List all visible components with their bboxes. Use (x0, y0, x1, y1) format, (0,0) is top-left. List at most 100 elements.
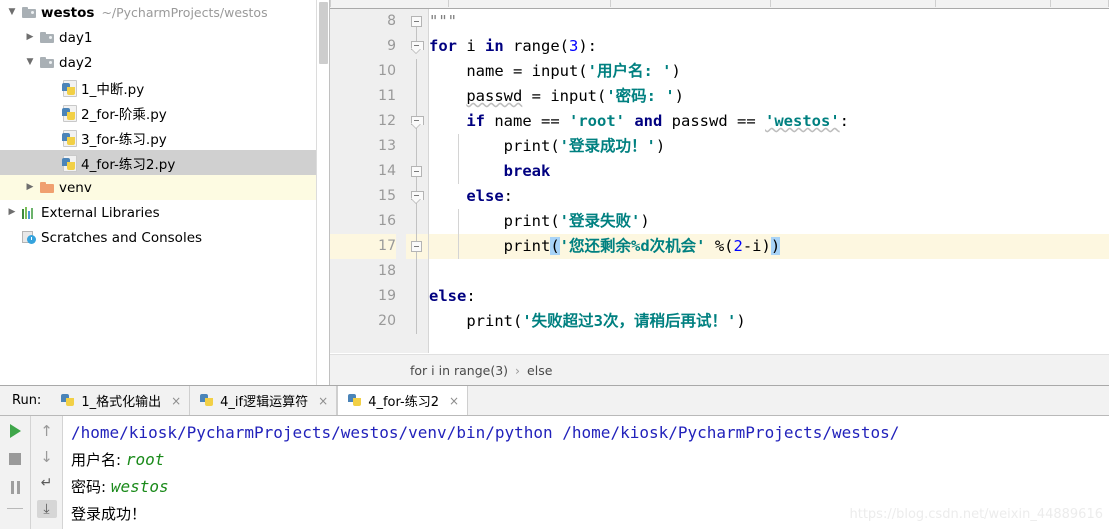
tree-item-venv[interactable]: venv (0, 175, 329, 200)
python-icon (200, 393, 214, 408)
top-split: westos ~/PycharmProjects/westos day1 day… (0, 0, 1109, 385)
python-file-icon (60, 154, 78, 172)
play-icon (9, 424, 21, 438)
soft-wrap-button[interactable]: ↵ (37, 474, 57, 492)
console-output[interactable]: /home/kiosk/PycharmProjects/westos/venv/… (63, 416, 1109, 529)
code-line[interactable]: 9 for i in range(3): (330, 34, 1109, 59)
pause-icon (10, 480, 21, 494)
tree-item-file-2[interactable]: 2_for-阶乘.py (0, 100, 329, 125)
tree-item-label: 2_for-阶乘.py (81, 106, 167, 123)
code-line[interactable]: 19 else: (330, 284, 1109, 309)
close-icon[interactable]: × (318, 394, 328, 408)
fold-gutter-cell[interactable] (406, 84, 428, 109)
tree-item-file-1[interactable]: 1_中断.py (0, 75, 329, 100)
folder-icon (20, 7, 38, 18)
fold-marker-square[interactable] (406, 234, 428, 259)
stop-button[interactable] (5, 450, 25, 468)
console-user-input: westos (110, 477, 169, 496)
up-stack-button[interactable]: ↑ (37, 422, 57, 440)
chevron-down-icon[interactable] (22, 58, 38, 67)
code-text: print('登录成功！') (429, 134, 1109, 159)
line-number: 20 (378, 313, 396, 329)
tree-item-label: 1_中断.py (81, 81, 145, 98)
line-number: 9 (387, 38, 396, 54)
breadcrumb-item-for[interactable]: for i in range(3) (410, 363, 508, 378)
fold-gutter-cell[interactable] (406, 309, 428, 334)
down-stack-button[interactable]: ↓ (37, 448, 57, 466)
console-prompt: 密码: (71, 478, 111, 496)
fold-marker-chevron[interactable] (406, 34, 428, 59)
scrollbar-thumb[interactable] (319, 2, 328, 64)
fold-marker-square[interactable] (406, 159, 428, 184)
console-line: 密码: westos (71, 473, 1109, 500)
folder-icon (38, 57, 56, 68)
code-text: for i in range(3): (429, 37, 598, 55)
fold-gutter-cell[interactable] (406, 134, 428, 159)
run-body: ↑ ↓ ↵ ⤓ /home/kiosk/PycharmProjects/west… (0, 416, 1109, 529)
console-line: 用户名: root (71, 446, 1109, 473)
close-icon[interactable]: × (449, 394, 459, 408)
chevron-right-icon[interactable] (22, 33, 38, 42)
tree-item-external-libraries[interactable]: External Libraries (0, 200, 329, 225)
line-number: 17 (330, 234, 396, 259)
fold-gutter-cell[interactable] (406, 284, 428, 309)
code-text: print('登录失败') (429, 209, 1109, 234)
code-line[interactable]: 18 (330, 259, 1109, 284)
fold-marker-chevron[interactable] (406, 184, 428, 209)
run-tab-bar: Run: 1_格式化输出 × 4_if逻辑运算符 × 4_for-练习2 × (0, 386, 1109, 416)
scroll-end-icon: ⤓ (43, 501, 50, 517)
code-line[interactable]: 16 print('登录失败') (330, 209, 1109, 234)
tree-item-label: venv (59, 179, 92, 196)
code-text: passwd = input('密码: ') (466, 87, 684, 105)
folder-icon (38, 32, 56, 43)
close-icon[interactable]: × (171, 394, 181, 408)
pause-button[interactable] (5, 478, 25, 496)
code-text: print('失败超过3次，请稍后再试！') (429, 312, 746, 330)
chevron-down-icon[interactable] (4, 8, 20, 17)
line-number: 11 (378, 88, 396, 104)
fold-gutter-cell[interactable] (406, 259, 428, 284)
console-command-line: /home/kiosk/PycharmProjects/westos/venv/… (71, 419, 1109, 446)
fold-marker-square[interactable] (406, 9, 428, 34)
rerun-button[interactable] (5, 422, 25, 440)
fold-marker-chevron[interactable] (406, 109, 428, 134)
code-line[interactable]: 12 if name == 'root' and passwd == 'west… (330, 109, 1109, 134)
code-line[interactable]: 8 """ (330, 9, 1109, 34)
scroll-to-end-button[interactable]: ⤓ (36, 500, 57, 518)
code-area[interactable]: 8 """ 9 for i in range(3): 10 name = inp… (330, 9, 1109, 353)
tree-item-day1[interactable]: day1 (0, 25, 329, 50)
code-line[interactable]: 14 break (330, 159, 1109, 184)
fold-gutter-cell[interactable] (406, 209, 428, 234)
line-number: 19 (378, 288, 396, 304)
project-tool-window[interactable]: westos ~/PycharmProjects/westos day1 day… (0, 0, 330, 385)
tree-item-file-4-selected[interactable]: 4_for-练习2.py (0, 150, 329, 175)
code-line[interactable]: 10 name = input('用户名: ') (330, 59, 1109, 84)
run-tab-label: 1_格式化输出 (81, 395, 162, 410)
code-text: else: (466, 187, 513, 205)
code-line[interactable]: 13 print('登录成功！') (330, 134, 1109, 159)
code-line[interactable]: 20 print('失败超过3次，请稍后再试！') (330, 309, 1109, 334)
tree-item-label: 3_for-练习.py (81, 131, 167, 148)
console-user-input: root (125, 450, 165, 469)
scratches-icon (20, 230, 38, 245)
editor-tab-strip (330, 0, 1109, 9)
run-tab-3-active[interactable]: 4_for-练习2 × (337, 386, 469, 415)
fold-gutter-cell[interactable] (406, 59, 428, 84)
breadcrumb[interactable]: for i in range(3) › else (330, 354, 1109, 385)
tree-item-day2[interactable]: day2 (0, 50, 329, 75)
code-line-current[interactable]: 17 print('您还剩余%d次机会' %(2-i)) (330, 234, 1109, 259)
tree-item-westos[interactable]: westos ~/PycharmProjects/westos (0, 0, 329, 25)
code-line[interactable]: 15 else: (330, 184, 1109, 209)
python-file-icon (60, 129, 78, 147)
chevron-right-icon[interactable] (4, 208, 20, 217)
tree-item-scratches-and-consoles[interactable]: Scratches and Consoles (0, 225, 329, 250)
tree-item-file-3[interactable]: 3_for-练习.py (0, 125, 329, 150)
arrow-down-icon: ↓ (40, 447, 53, 466)
chevron-right-icon[interactable] (22, 183, 38, 192)
code-line[interactable]: 11 passwd = input('密码: ') (330, 84, 1109, 109)
run-tab-2[interactable]: 4_if逻辑运算符 × (190, 386, 338, 415)
code-editor[interactable]: 8 """ 9 for i in range(3): 10 name = inp… (330, 0, 1109, 385)
breadcrumb-item-else[interactable]: else (527, 363, 552, 378)
project-scrollbar[interactable] (316, 0, 329, 385)
run-tab-1[interactable]: 1_格式化输出 × (51, 386, 191, 415)
